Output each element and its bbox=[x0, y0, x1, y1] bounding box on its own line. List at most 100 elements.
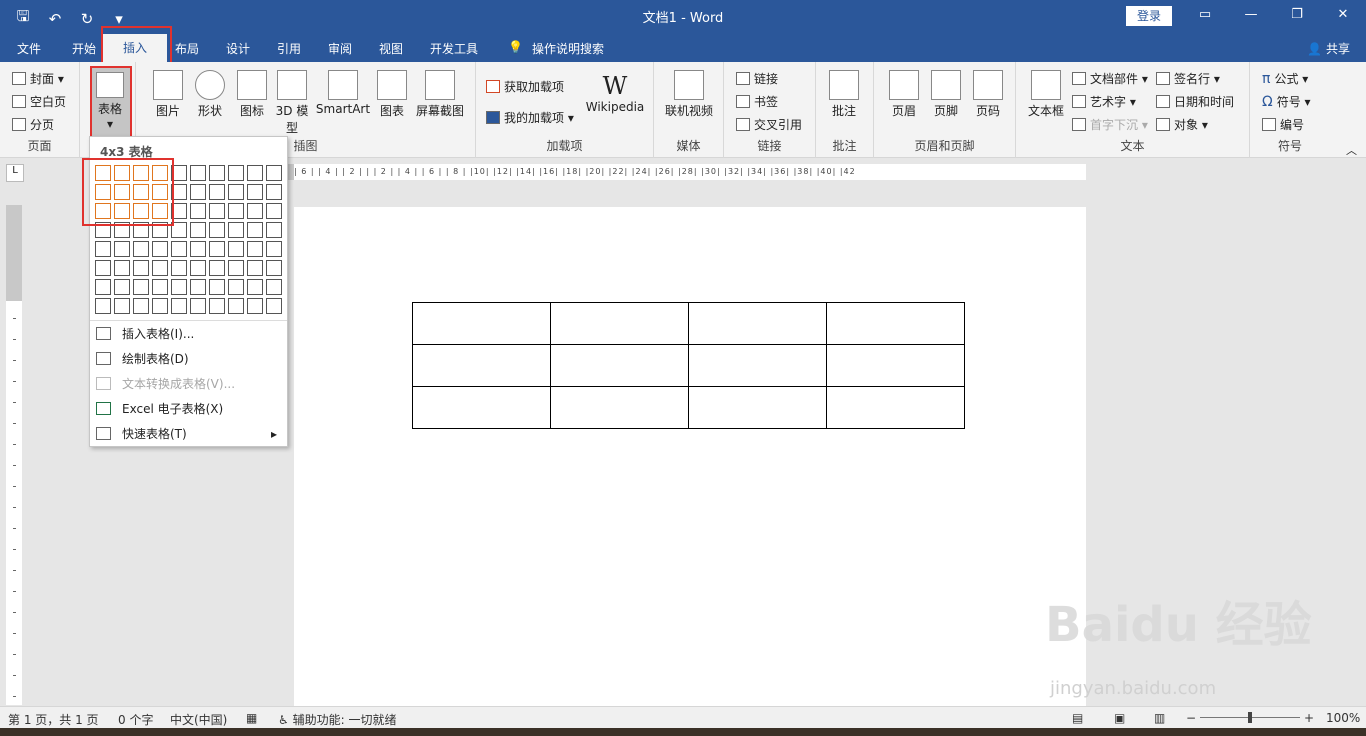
grid-cell[interactable] bbox=[152, 241, 168, 257]
table-cell[interactable] bbox=[688, 344, 827, 387]
grid-cell[interactable] bbox=[266, 260, 282, 276]
document-table[interactable] bbox=[412, 302, 965, 429]
grid-cell[interactable] bbox=[133, 241, 149, 257]
symbol-button[interactable]: Ω 符号 ▾ bbox=[1262, 93, 1311, 110]
grid-cell[interactable] bbox=[209, 222, 225, 238]
grid-cell[interactable] bbox=[114, 241, 130, 257]
grid-cell[interactable] bbox=[95, 279, 111, 295]
grid-cell[interactable] bbox=[247, 184, 263, 200]
tell-me-search[interactable]: 操作说明搜索 bbox=[532, 40, 604, 57]
tab-developer[interactable]: 开发工具 bbox=[430, 40, 478, 57]
tab-view[interactable]: 视图 bbox=[379, 40, 403, 57]
grid-cell[interactable] bbox=[247, 222, 263, 238]
table-cell[interactable] bbox=[412, 302, 551, 345]
grid-cell[interactable] bbox=[228, 222, 244, 238]
document-page[interactable] bbox=[294, 207, 1086, 707]
grid-cell[interactable] bbox=[209, 260, 225, 276]
grid-cell[interactable] bbox=[114, 279, 130, 295]
table-cell[interactable] bbox=[550, 344, 689, 387]
smartart-button[interactable]: SmartArt bbox=[314, 70, 372, 116]
object-button[interactable]: 对象 ▾ bbox=[1156, 116, 1208, 133]
grid-cell[interactable] bbox=[228, 279, 244, 295]
grid-cell[interactable] bbox=[209, 165, 225, 181]
print-layout-icon[interactable]: ▣ bbox=[1114, 711, 1125, 725]
signature-line-button[interactable]: 签名行 ▾ bbox=[1156, 70, 1220, 87]
3d-models-button[interactable]: 3D 模型 bbox=[274, 70, 310, 136]
grid-cell[interactable] bbox=[171, 241, 187, 257]
grid-cell[interactable] bbox=[228, 298, 244, 314]
table-cell[interactable] bbox=[550, 386, 689, 429]
page-count[interactable]: 第 1 页，共 1 页 bbox=[8, 711, 99, 728]
cross-reference-button[interactable]: 交叉引用 bbox=[736, 116, 802, 133]
grid-cell[interactable] bbox=[228, 241, 244, 257]
chart-button[interactable]: 图表 bbox=[374, 70, 410, 119]
grid-cell[interactable] bbox=[247, 298, 263, 314]
grid-cell[interactable] bbox=[190, 203, 206, 219]
tab-selector[interactable]: L bbox=[6, 164, 24, 182]
grid-cell[interactable] bbox=[228, 165, 244, 181]
accessibility-status[interactable]: ♿ 辅助功能: 一切就绪 bbox=[278, 711, 396, 728]
close-icon[interactable]: ✕ bbox=[1320, 0, 1366, 32]
grid-cell[interactable] bbox=[190, 298, 206, 314]
grid-cell[interactable] bbox=[95, 260, 111, 276]
comment-button[interactable]: 批注 bbox=[824, 70, 864, 119]
grid-cell[interactable] bbox=[95, 298, 111, 314]
grid-cell[interactable] bbox=[266, 279, 282, 295]
grid-cell[interactable] bbox=[247, 203, 263, 219]
grid-cell[interactable] bbox=[228, 184, 244, 200]
table-cell[interactable] bbox=[688, 386, 827, 429]
macro-icon[interactable]: ▦ bbox=[246, 711, 257, 725]
tab-layout[interactable]: 布局 bbox=[175, 40, 199, 57]
page-break-button[interactable]: 分页 bbox=[12, 116, 54, 133]
textbox-button[interactable]: 文本框 bbox=[1024, 70, 1068, 119]
grid-cell[interactable] bbox=[228, 260, 244, 276]
grid-cell[interactable] bbox=[190, 279, 206, 295]
grid-cell[interactable] bbox=[133, 298, 149, 314]
grid-cell[interactable] bbox=[133, 279, 149, 295]
cover-page-button[interactable]: 封面 ▾ bbox=[12, 70, 64, 87]
equation-button[interactable]: π 公式 ▾ bbox=[1262, 70, 1308, 87]
grid-cell[interactable] bbox=[171, 298, 187, 314]
screenshot-button[interactable]: 屏幕截图 bbox=[412, 70, 468, 119]
table-cell[interactable] bbox=[826, 302, 965, 345]
grid-cell[interactable] bbox=[152, 298, 168, 314]
grid-cell[interactable] bbox=[190, 184, 206, 200]
drop-cap-button[interactable]: 首字下沉 ▾ bbox=[1072, 116, 1148, 133]
grid-cell[interactable] bbox=[247, 165, 263, 181]
excel-spreadsheet-menu-item[interactable]: Excel 电子表格(X) bbox=[96, 398, 281, 420]
footer-button[interactable]: 页脚 bbox=[926, 70, 966, 119]
grid-cell[interactable] bbox=[190, 165, 206, 181]
zoom-out-icon[interactable]: − bbox=[1186, 711, 1196, 725]
draw-table-menu-item[interactable]: 绘制表格(D) bbox=[96, 348, 281, 370]
login-button[interactable]: 登录 bbox=[1126, 6, 1172, 26]
share-button[interactable]: 👤 共享 bbox=[1307, 40, 1350, 57]
collapse-ribbon-icon[interactable]: ︿ bbox=[1346, 142, 1357, 158]
table-cell[interactable] bbox=[826, 344, 965, 387]
vertical-scrollbar[interactable] bbox=[1346, 158, 1366, 706]
get-addins-button[interactable]: 获取加载项 bbox=[486, 78, 564, 95]
wikipedia-button[interactable]: W Wikipedia bbox=[584, 72, 646, 114]
grid-cell[interactable] bbox=[152, 260, 168, 276]
quick-parts-button[interactable]: 文档部件 ▾ bbox=[1072, 70, 1148, 87]
grid-cell[interactable] bbox=[209, 203, 225, 219]
icons-button[interactable]: 图标 bbox=[234, 70, 270, 119]
grid-cell[interactable] bbox=[209, 184, 225, 200]
tab-review[interactable]: 审阅 bbox=[328, 40, 352, 57]
grid-cell[interactable] bbox=[190, 222, 206, 238]
bookmark-button[interactable]: 书签 bbox=[736, 93, 778, 110]
grid-cell[interactable] bbox=[114, 260, 130, 276]
table-cell[interactable] bbox=[550, 302, 689, 345]
table-cell[interactable] bbox=[826, 386, 965, 429]
tab-file[interactable]: 文件 bbox=[17, 40, 41, 57]
page-number-button[interactable]: 页码 bbox=[968, 70, 1008, 119]
wordart-button[interactable]: 艺术字 ▾ bbox=[1072, 93, 1136, 110]
language[interactable]: 中文(中国) bbox=[170, 711, 227, 728]
ribbon-display-icon[interactable]: ▭ bbox=[1182, 0, 1228, 32]
table-cell[interactable] bbox=[412, 386, 551, 429]
web-layout-icon[interactable]: ▥ bbox=[1154, 711, 1165, 725]
grid-cell[interactable] bbox=[266, 298, 282, 314]
grid-cell[interactable] bbox=[228, 203, 244, 219]
blank-page-button[interactable]: 空白页 bbox=[12, 93, 66, 110]
zoom-slider-thumb[interactable] bbox=[1248, 712, 1252, 723]
table-cell[interactable] bbox=[412, 344, 551, 387]
